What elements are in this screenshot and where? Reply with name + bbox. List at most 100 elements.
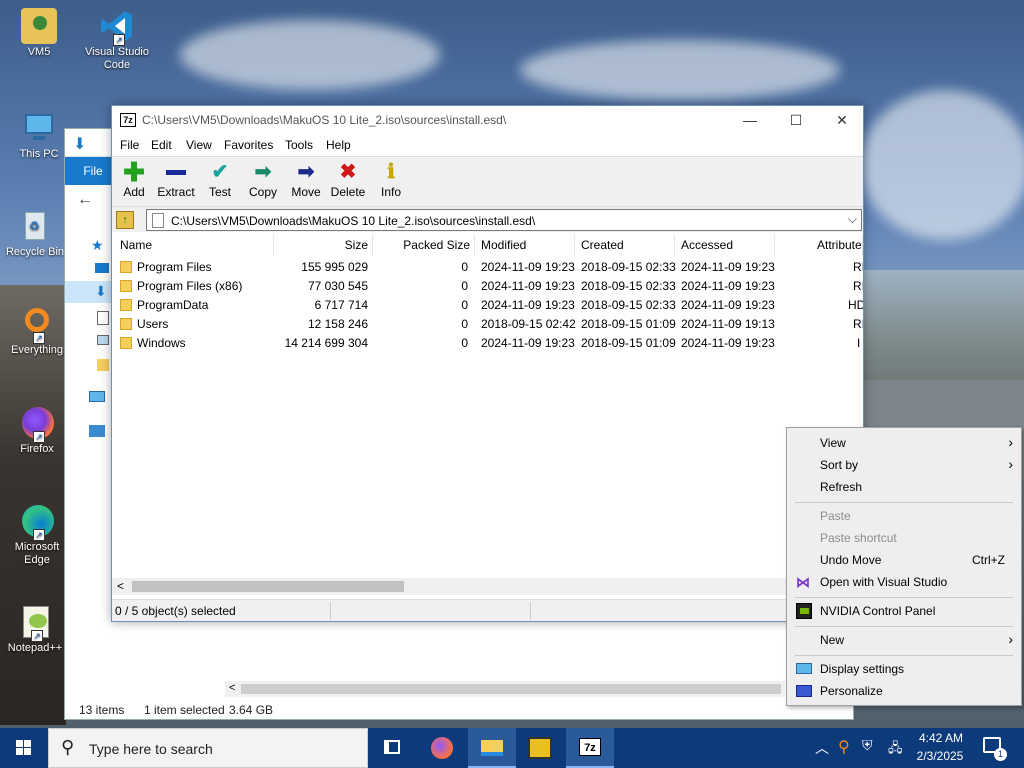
desktop-icon-vscode[interactable]: ↗ Visual Studio Code [82, 8, 152, 72]
firefox-icon [431, 737, 453, 759]
desktop-icon-notepadpp[interactable]: ↗ Notepad++ [0, 604, 70, 655]
desktop-icon-everything[interactable]: ↗ Everything [2, 306, 72, 357]
menu-favorites[interactable]: Favorites [224, 138, 273, 152]
row-attributes: HD [848, 298, 863, 312]
column-header-created[interactable]: Created [575, 234, 675, 256]
table-row[interactable]: ProgramData 6 717 714 0 2024-11-09 19:23… [112, 296, 863, 315]
scroll-left-icon[interactable]: < [117, 579, 124, 593]
everything-icon: ↗ [19, 306, 55, 344]
nvidia-icon [796, 603, 812, 619]
scroll-left-icon[interactable]: < [229, 682, 235, 694]
recycle-bin-icon: ♻ [17, 208, 53, 244]
menu-item-label: Refresh [820, 480, 863, 494]
column-header-attributes[interactable]: Attributes [775, 234, 863, 256]
info-icon: ℹ [387, 161, 395, 183]
column-header-modified[interactable]: Modified [475, 234, 575, 256]
taskbar-search[interactable]: ⚲ Type here to search [48, 728, 368, 768]
tray-date[interactable]: 2/3/2025 [910, 749, 970, 763]
start-button[interactable] [0, 728, 48, 768]
table-row[interactable]: Windows 14 214 699 304 0 2024-11-09 19:2… [112, 334, 863, 353]
column-header-accessed[interactable]: Accessed [675, 234, 775, 256]
menu-edit[interactable]: Edit [151, 138, 172, 152]
row-attributes: I [857, 336, 861, 350]
scroll-thumb[interactable] [241, 684, 781, 694]
this-pc-nav-icon[interactable] [89, 391, 105, 402]
copy-arrow-icon: ➡ [254, 161, 272, 183]
desktop-icon-edge[interactable]: ↗ Microsoft Edge [2, 503, 72, 567]
row-modified: 2018-09-15 02:42 [481, 317, 576, 331]
task-view-icon [384, 740, 400, 754]
menu-item-paste-shortcut[interactable]: Paste shortcut [787, 527, 1021, 549]
horizontal-scrollbar[interactable]: < [112, 578, 863, 595]
menu-file[interactable]: File [120, 138, 139, 152]
maximize-button[interactable]: ☐ [773, 106, 819, 134]
extract-button[interactable]: Extract [154, 159, 198, 199]
menu-item-label: Sort by [820, 458, 859, 472]
menu-item-sort-by[interactable]: Sort by › [787, 454, 1021, 476]
pictures-nav-icon[interactable] [97, 335, 109, 345]
tray-everything-icon[interactable]: ⚲ [838, 737, 850, 757]
folder-up-icon[interactable]: ↑ [116, 211, 134, 229]
info-button[interactable]: ℹ Info [369, 159, 413, 199]
menu-item-new[interactable]: New › [787, 629, 1021, 651]
taskbar-app-yellow[interactable] [516, 728, 564, 768]
menu-item-view[interactable]: View › [787, 432, 1021, 454]
tray-chevron-up-icon[interactable]: ︿ [815, 738, 829, 758]
download-arrow-icon[interactable]: ⬇ [73, 134, 86, 154]
move-button[interactable]: ➡ Move [284, 159, 328, 199]
horizontal-scrollbar[interactable]: < [225, 681, 785, 697]
desktop-icon-recycle-bin[interactable]: ♻ Recycle Bin [0, 208, 70, 259]
close-button[interactable]: ✕ [819, 106, 865, 134]
menu-view[interactable]: View [186, 138, 212, 152]
column-header-size[interactable]: Size [274, 234, 373, 256]
table-row[interactable]: Program Files (x86) 77 030 545 0 2024-11… [112, 277, 863, 296]
menu-help[interactable]: Help [326, 138, 351, 152]
test-button[interactable]: ✔ Test [198, 159, 242, 199]
menu-item-personalize[interactable]: Personalize [787, 680, 1021, 702]
status-divider [530, 602, 531, 620]
chevron-down-icon[interactable]: ⌵ [848, 212, 857, 227]
network-nav-icon[interactable] [89, 425, 105, 437]
column-header-packed-size[interactable]: Packed Size [373, 234, 475, 256]
row-name: Users [137, 317, 169, 331]
taskbar-7zip[interactable]: 7z [566, 728, 614, 768]
file-list[interactable]: Name Size Packed Size Modified Created A… [112, 234, 863, 574]
folder-nav-icon[interactable] [97, 359, 109, 371]
delete-button[interactable]: ✖ Delete [326, 159, 370, 199]
title-bar[interactable]: 7z C:\Users\VM5\Downloads\MakuOS 10 Lite… [112, 106, 863, 134]
menu-item-refresh[interactable]: Refresh [787, 476, 1021, 498]
copy-button[interactable]: ➡ Copy [241, 159, 285, 199]
path-field[interactable]: C:\Users\VM5\Downloads\MakuOS 10 Lite_2.… [146, 209, 862, 231]
menu-item-nvidia[interactable]: NVIDIA Control Panel [787, 600, 1021, 622]
table-row[interactable]: Program Files 155 995 029 0 2024-11-09 1… [112, 258, 863, 277]
scroll-thumb[interactable] [132, 581, 404, 592]
minimize-button[interactable]: — [727, 106, 773, 134]
menu-item-label: New [820, 633, 845, 647]
tray-network-icon[interactable]: 🖧 [888, 739, 903, 761]
desktop-icon-firefox[interactable]: ↗ Firefox [2, 405, 72, 456]
desktop-icon-vm5[interactable]: VM5 [4, 8, 74, 59]
menu-item-open-visual-studio[interactable]: ⋈ Open with Visual Studio [787, 571, 1021, 593]
desktop-nav-icon[interactable] [95, 263, 109, 273]
desktop-icon-label: Visual Studio Code [84, 46, 149, 71]
task-view-button[interactable] [368, 728, 416, 768]
taskbar-firefox[interactable] [418, 728, 466, 768]
7zip-window[interactable]: 7z C:\Users\VM5\Downloads\MakuOS 10 Lite… [111, 105, 864, 622]
column-header-name[interactable]: Name [112, 234, 274, 256]
menu-item-display-settings[interactable]: Display settings [787, 658, 1021, 680]
back-arrow-icon[interactable]: ← [77, 191, 93, 209]
menu-item-undo-move[interactable]: Undo Move Ctrl+Z [787, 549, 1021, 571]
quick-access-star-icon[interactable]: ★ [91, 237, 104, 254]
documents-nav-icon[interactable] [97, 311, 109, 325]
menu-item-label: Paste [820, 509, 851, 523]
table-row[interactable]: Users 12 158 246 0 2018-09-15 02:42 2018… [112, 315, 863, 334]
menu-tools[interactable]: Tools [285, 138, 313, 152]
taskbar-file-explorer[interactable] [468, 728, 516, 768]
tray-time[interactable]: 4:42 AM [916, 731, 966, 745]
desktop-icon-label: Firefox [20, 443, 54, 455]
chevron-right-icon: › [1008, 456, 1013, 472]
menu-item-paste[interactable]: Paste [787, 505, 1021, 527]
tray-security-shield-icon[interactable]: ⛨ [862, 737, 873, 754]
desktop-icon-label: Recycle Bin [5, 246, 65, 258]
add-button[interactable]: ✚ Add [112, 159, 156, 199]
